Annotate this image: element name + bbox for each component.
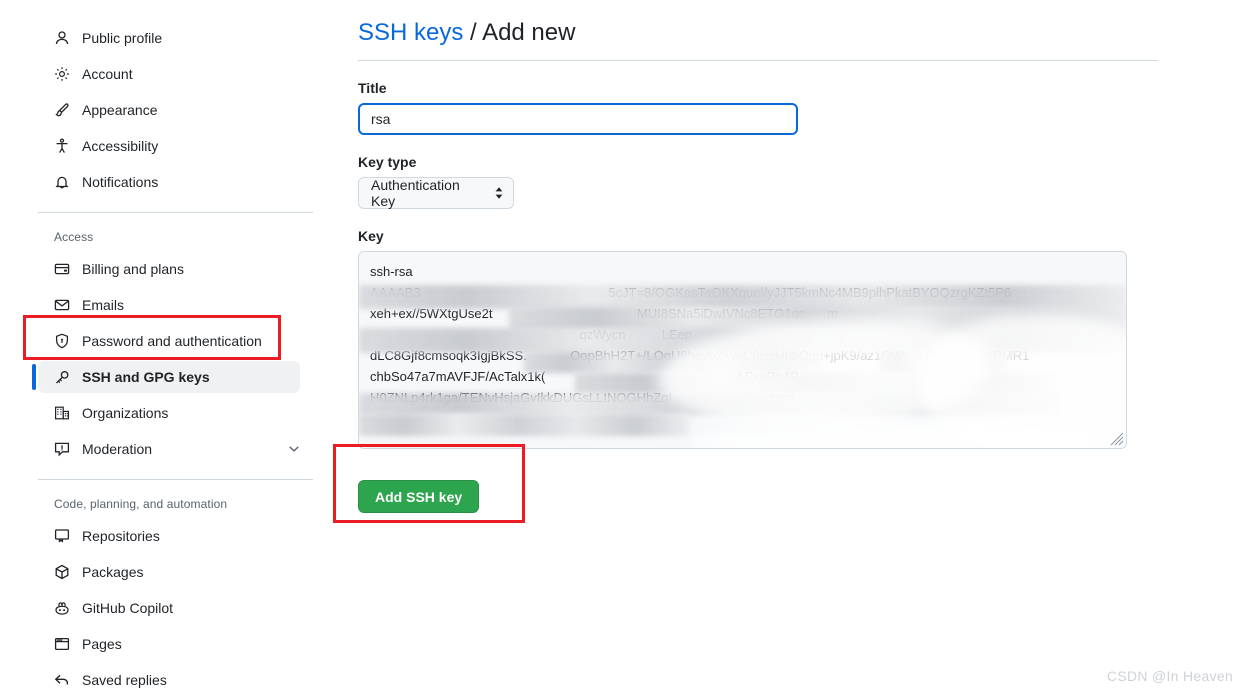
sidebar-item-appearance[interactable]: Appearance [38,94,313,126]
sidebar-item-label: Accessibility [82,138,158,154]
key-type-selected-value: Authentication Key [371,177,487,209]
sidebar-item-organizations[interactable]: Organizations [38,397,313,429]
package-icon [54,564,70,580]
up-down-chevron-icon [494,186,504,200]
main-content: SSH keys / Add new Title Key type Authen… [358,0,1158,513]
add-ssh-key-button[interactable]: Add SSH key [358,480,479,513]
sidebar-item-label: Pages [82,636,122,652]
sidebar-item-label: Organizations [82,405,168,421]
sidebar-item-label: Notifications [82,174,158,190]
sidebar-item-label: Emails [82,297,124,313]
sidebar-item-label: SSH and GPG keys [82,369,210,385]
gear-icon [54,66,70,82]
sidebar-section-header-1: Access [38,227,313,247]
key-type-select[interactable]: Authentication Key [358,177,514,209]
sidebar-item-label: Moderation [82,441,152,457]
sidebar-item-account[interactable]: Account [38,58,313,90]
sidebar-item-packages[interactable]: Packages [38,556,313,588]
breadcrumb-separator: / [470,19,477,46]
sidebar-item-label: Saved replies [82,672,167,688]
sidebar-item-public-profile[interactable]: Public profile [38,22,313,54]
sidebar-item-saved-replies[interactable]: Saved replies [38,664,313,692]
sidebar-item-label: Billing and plans [82,261,184,277]
report-icon [54,441,70,457]
sidebar-item-billing-and-plans[interactable]: Billing and plans [38,253,313,285]
key-field-label: Key [358,228,1158,244]
sidebar-item-label: GitHub Copilot [82,600,173,616]
page-title: SSH keys / Add new [358,0,1158,48]
reply-icon [54,672,70,688]
breadcrumb-current: Add new [482,19,575,46]
title-input[interactable] [358,103,798,135]
browser-icon [54,636,70,652]
key-textarea[interactable]: ssh-rsa AAAAB3 5cJT=8/OGKasTaOKXquei/yJJ… [358,251,1127,449]
key-type-field-label: Key type [358,154,1158,170]
sidebar-item-moderation[interactable]: Moderation [38,433,313,465]
mail-icon [54,297,70,313]
watermark: CSDN @In Heaven [1107,668,1233,684]
settings-sidebar: Public profile Account Appearance Accessibi… [38,0,313,692]
sidebar-item-password-and-authentication[interactable]: Password and authentication [38,325,313,357]
repo-icon [54,528,70,544]
sidebar-item-label: Appearance [82,102,158,118]
chevron-down-icon[interactable] [287,442,301,456]
sidebar-item-ssh-and-gpg-keys[interactable]: SSH and GPG keys [38,361,300,393]
sidebar-item-label: Password and authentication [82,333,262,349]
organization-icon [54,405,70,421]
title-divider [358,60,1158,61]
paintbrush-icon [54,102,70,118]
sidebar-item-repositories[interactable]: Repositories [38,520,313,552]
title-field-label: Title [358,80,1158,96]
key-textarea-content: ssh-rsa AAAAB3 5cJT=8/OGKasTaOKXquei/yJJ… [359,252,1126,448]
bell-icon [54,174,70,190]
sidebar-section-header-2: Code, planning, and automation [38,494,313,514]
person-icon [54,30,70,46]
sidebar-item-label: Packages [82,564,143,580]
credit-card-icon [54,261,70,277]
sidebar-item-emails[interactable]: Emails [38,289,313,321]
sidebar-item-pages[interactable]: Pages [38,628,313,660]
sidebar-item-label: Repositories [82,528,160,544]
accessibility-icon [54,138,70,154]
sidebar-item-github-copilot[interactable]: GitHub Copilot [38,592,313,624]
sidebar-item-accessibility[interactable]: Accessibility [38,130,313,162]
copilot-icon [54,600,70,616]
sidebar-item-label: Account [82,66,133,82]
sidebar-item-notifications[interactable]: Notifications [38,166,313,198]
sidebar-item-label: Public profile [82,30,162,46]
breadcrumb-ssh-keys-link[interactable]: SSH keys [358,19,463,46]
key-icon [54,369,70,385]
shield-lock-icon [54,333,70,349]
